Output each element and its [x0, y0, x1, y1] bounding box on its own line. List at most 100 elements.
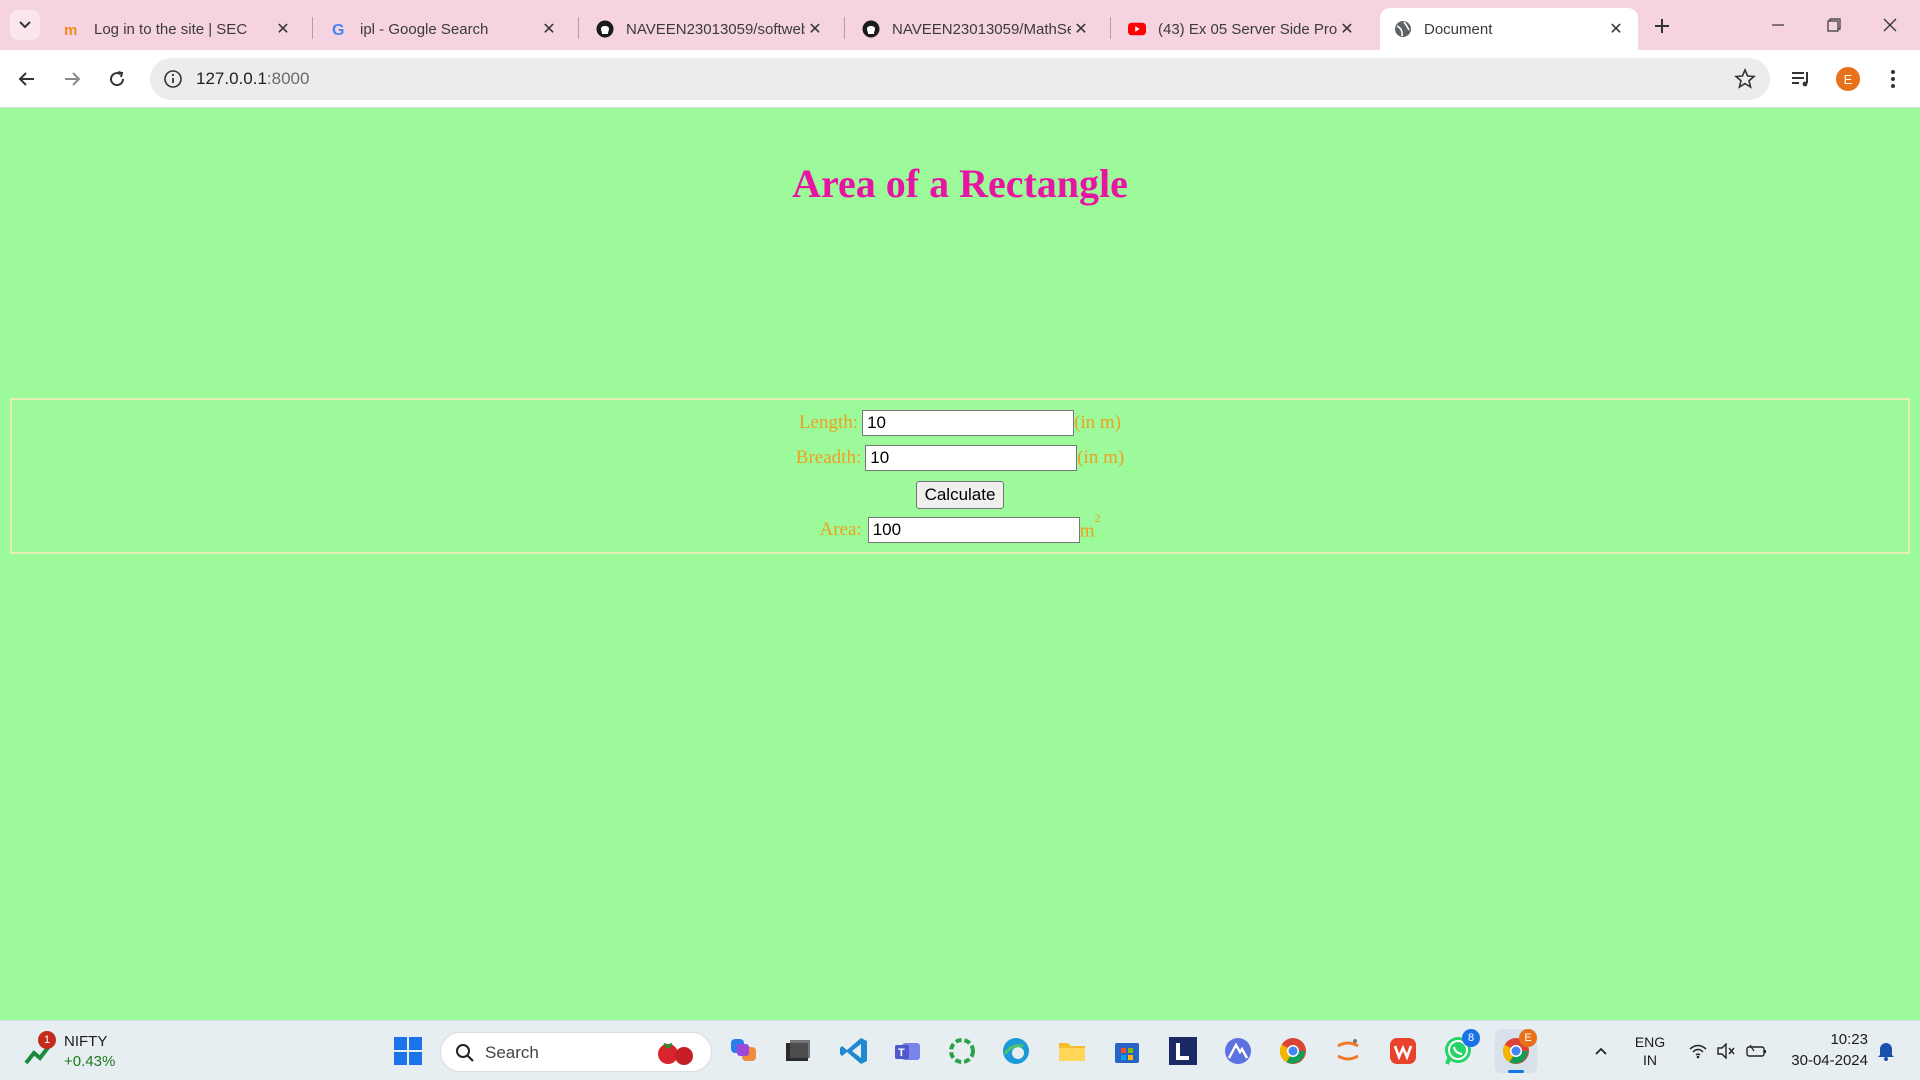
restore-icon	[1827, 18, 1841, 32]
github-icon	[596, 20, 614, 38]
breadth-input[interactable]	[865, 445, 1078, 471]
close-icon[interactable]: ✕	[1606, 19, 1626, 39]
jupyter-icon	[1337, 1039, 1359, 1061]
back-button[interactable]	[10, 62, 44, 96]
length-row: Length: (in m)	[12, 410, 1908, 436]
show-hidden-icons-button[interactable]	[1588, 1021, 1614, 1080]
volume-muted-icon	[1717, 1043, 1735, 1059]
area-unit: m2	[1079, 511, 1101, 542]
tab-github-softweb[interactable]: NAVEEN23013059/softweb ✕	[582, 8, 837, 50]
tab-separator	[578, 17, 579, 39]
bookmark-star-icon[interactable]	[1734, 68, 1756, 90]
tab-search-button[interactable]	[10, 10, 40, 40]
store-taskbar-icon[interactable]	[1109, 1033, 1145, 1069]
restore-button[interactable]	[1806, 0, 1862, 50]
clock-date: 30-04-2024	[1791, 1052, 1868, 1069]
chrome-taskbar-icon[interactable]	[1275, 1033, 1311, 1069]
wifi-icon	[1689, 1044, 1707, 1059]
copilot-taskbar-icon[interactable]	[726, 1033, 762, 1069]
language-indicator[interactable]: ENG IN	[1628, 1021, 1672, 1080]
app-ring-taskbar-icon[interactable]	[944, 1033, 980, 1069]
taskbar-search[interactable]: Search	[440, 1032, 712, 1072]
tab-github-mathse[interactable]: NAVEEN23013059/MathSe ✕	[848, 8, 1103, 50]
file-explorer-alt-taskbar-icon[interactable]	[780, 1033, 816, 1069]
length-unit: (in m)	[1074, 412, 1122, 433]
chevron-down-icon	[19, 21, 31, 29]
forward-button[interactable]	[55, 62, 89, 96]
new-tab-button[interactable]	[1648, 12, 1676, 40]
breadth-label: Breadth:	[795, 447, 862, 468]
clock-time: 10:23	[1830, 1031, 1868, 1048]
copilot-icon	[731, 1039, 756, 1061]
browser-menu-button[interactable]	[1880, 66, 1906, 92]
jupyter-taskbar-icon[interactable]	[1330, 1033, 1366, 1069]
profile-avatar[interactable]: E	[1836, 67, 1860, 91]
media-controls-button[interactable]	[1788, 66, 1814, 92]
tab-moodle[interactable]: m Log in to the site | SEC ✕	[50, 8, 305, 50]
calculator-form: Length: (in m) Breadth: (in m) Calculate…	[10, 398, 1910, 554]
length-input[interactable]	[862, 410, 1075, 436]
playlist-icon	[1792, 72, 1808, 87]
close-icon[interactable]: ✕	[805, 19, 825, 39]
close-icon[interactable]: ✕	[273, 19, 293, 39]
tab-document[interactable]: Document ✕	[1380, 8, 1638, 50]
plus-icon	[1655, 19, 1669, 33]
wps-taskbar-icon[interactable]	[1385, 1033, 1421, 1069]
calculate-button[interactable]: Calculate	[916, 481, 1004, 509]
chevron-up-icon	[1595, 1047, 1607, 1055]
clock[interactable]: 10:23 30-04-2024	[1784, 1029, 1868, 1071]
page-content: Area of a Rectangle Length: (in m) Bread…	[0, 108, 1920, 1020]
whatsapp-taskbar-icon[interactable]: 8	[1440, 1029, 1480, 1069]
edge-taskbar-icon[interactable]	[998, 1033, 1034, 1069]
file-explorer-taskbar-icon[interactable]	[1054, 1033, 1090, 1069]
notifications-button[interactable]	[1874, 1021, 1898, 1080]
start-button[interactable]	[390, 1033, 426, 1069]
widget-badge: 1	[38, 1031, 56, 1049]
area-unit-base: m	[1079, 520, 1095, 542]
wps-icon	[1390, 1038, 1416, 1064]
folder-icon	[1059, 1043, 1085, 1061]
language-line2: IN	[1643, 1052, 1657, 1068]
l-app-taskbar-icon[interactable]	[1165, 1033, 1201, 1069]
vscode-icon	[840, 1038, 867, 1064]
breadth-row: Breadth: (in m)	[12, 445, 1908, 471]
vpn-taskbar-icon[interactable]	[1220, 1033, 1256, 1069]
widget-change: +0.43%	[64, 1053, 116, 1070]
close-icon	[1883, 18, 1897, 32]
arrow-right-icon	[65, 72, 81, 86]
more-vertical-icon	[1891, 70, 1895, 88]
terminal-icon	[786, 1040, 810, 1061]
chrome-icon	[1279, 1038, 1306, 1064]
store-icon	[1115, 1043, 1139, 1063]
close-icon[interactable]: ✕	[539, 19, 559, 39]
close-window-button[interactable]	[1862, 0, 1918, 50]
wifi-button[interactable]	[1686, 1021, 1710, 1080]
close-icon[interactable]: ✕	[1071, 19, 1091, 39]
address-bar[interactable]: 127.0.0.1:8000	[150, 58, 1770, 100]
letter-l-icon	[1169, 1037, 1197, 1065]
url-text[interactable]: 127.0.0.1:8000	[196, 69, 309, 89]
site-info-icon[interactable]	[162, 68, 184, 90]
widget-name: NIFTY	[64, 1033, 108, 1050]
tab-google[interactable]: G ipl - Google Search ✕	[316, 8, 571, 50]
volume-button[interactable]	[1714, 1021, 1738, 1080]
close-icon[interactable]: ✕	[1337, 19, 1357, 39]
stock-widget[interactable]: 1 NIFTY +0.43%	[22, 1029, 132, 1073]
minimize-icon	[1772, 24, 1784, 26]
search-label: Search	[485, 1043, 539, 1062]
whatsapp-badge: 8	[1462, 1029, 1480, 1047]
tab-youtube[interactable]: (43) Ex 05 Server Side Proc ✕	[1114, 8, 1369, 50]
reload-button[interactable]	[100, 62, 134, 96]
battery-button[interactable]	[1744, 1021, 1770, 1080]
moodle-icon: m	[64, 20, 82, 38]
teams-taskbar-icon[interactable]: T	[890, 1033, 926, 1069]
url-host: 127.0.0.1	[196, 69, 267, 88]
tab-separator	[312, 17, 313, 39]
language-line1: ENG	[1634, 1034, 1666, 1050]
chrome-active-taskbar-icon[interactable]: E	[1495, 1029, 1537, 1073]
minimize-button[interactable]	[1750, 0, 1806, 50]
svg-text:T: T	[898, 1047, 905, 1059]
area-output[interactable]	[867, 517, 1080, 543]
vscode-taskbar-icon[interactable]	[836, 1033, 872, 1069]
tab-separator	[844, 17, 845, 39]
